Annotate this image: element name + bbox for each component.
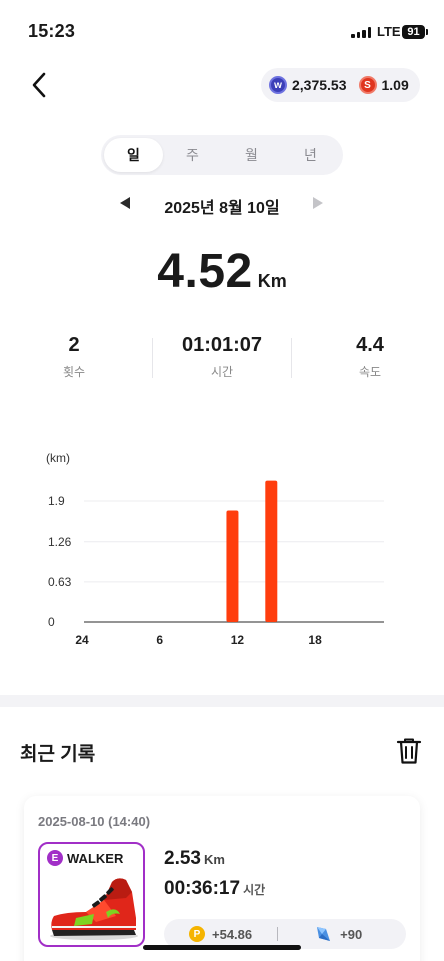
battery-icon: 91 xyxy=(402,25,428,39)
home-indicator xyxy=(143,945,301,950)
reward-points: P +54.86 xyxy=(189,926,252,942)
chart-y-tick: 0.63 xyxy=(48,575,72,589)
chart-y-tick: 0 xyxy=(48,615,55,629)
status-bar: 15:23 LTE 91 xyxy=(0,0,444,60)
recent-records-title: 최근 기록 xyxy=(20,744,96,765)
distance-unit: Km xyxy=(257,271,287,291)
next-date-icon[interactable] xyxy=(313,197,323,209)
section-divider xyxy=(0,695,444,707)
chart-y-tick: 1.9 xyxy=(48,494,65,508)
network-type: LTE xyxy=(377,24,401,39)
tab-day[interactable]: 일 xyxy=(104,138,163,172)
wallet-balance[interactable]: w 2,375.53 S 1.09 xyxy=(261,68,420,102)
date-navigator: 2025년 8월 10일 xyxy=(0,192,444,217)
trash-icon xyxy=(396,738,422,764)
distance-value: 4.52 xyxy=(157,245,253,298)
signal-icon xyxy=(351,27,371,38)
record-time-value: 00:36:17 xyxy=(164,878,241,899)
reward-gems-value: +90 xyxy=(340,926,363,942)
stat-time-label: 시간 xyxy=(210,365,234,379)
stat-speed: 4.4 속도 xyxy=(296,334,444,384)
reward-divider xyxy=(277,927,279,941)
shoe-thumbnail: E WALKER xyxy=(38,842,145,947)
tab-week[interactable]: 주 xyxy=(163,138,222,172)
shoe-badge: E WALKER xyxy=(47,850,123,866)
chart-y-unit-label: (km) xyxy=(46,451,70,465)
tab-year[interactable]: 년 xyxy=(281,138,340,172)
stat-count: 2 횟수 xyxy=(0,334,148,384)
stat-speed-label: 속도 xyxy=(358,365,382,379)
record-distance-value: 2.53 xyxy=(164,848,201,869)
walker-token-icon: w xyxy=(269,76,287,94)
shoe-name: WALKER xyxy=(67,850,124,866)
period-tabs: 일 주 월 년 xyxy=(101,135,343,175)
tab-month[interactable]: 월 xyxy=(222,138,281,172)
chart-bar xyxy=(265,480,278,622)
chevron-left-icon xyxy=(32,72,46,98)
stat-count-value: 2 xyxy=(68,334,80,356)
reward-points-value: +54.86 xyxy=(212,926,253,942)
gem-icon xyxy=(317,927,331,941)
distance-chart: (km) 0 0.63 1.26 1.9 24 6 12 18 xyxy=(46,451,384,647)
current-date: 2025년 8월 10일 xyxy=(164,200,280,217)
record-card[interactable]: 2025-08-10 (14:40) E WALKER 2.53 Km 00:36… xyxy=(24,796,420,961)
stat-time-value: 01:01:07 xyxy=(181,334,263,356)
stat-count-label: 횟수 xyxy=(62,365,86,379)
record-distance: 2.53 Km xyxy=(164,848,225,870)
reward-gems: +90 xyxy=(314,925,362,943)
record-datetime: 2025-08-10 (14:40) xyxy=(38,814,151,829)
total-distance: 4.52 Km xyxy=(0,244,444,299)
chart-x-tick: 24 xyxy=(75,633,89,647)
token1-amount: 2,375.53 xyxy=(292,77,347,93)
shoe-grade-badge: E xyxy=(47,850,63,866)
chart-bar xyxy=(226,510,239,622)
stat-speed-value: 4.4 xyxy=(356,334,384,356)
back-button[interactable] xyxy=(24,68,54,102)
delete-button[interactable] xyxy=(396,737,422,765)
token2-amount: 1.09 xyxy=(381,77,409,93)
chart-x-tick: 18 xyxy=(308,633,322,647)
stat-time: 01:01:07 시간 xyxy=(148,334,296,384)
record-time-unit: 시간 xyxy=(243,883,266,897)
sneaker-image xyxy=(50,878,138,940)
s-token-icon: S xyxy=(358,76,377,94)
record-distance-unit: Km xyxy=(203,852,225,867)
chart-x-tick: 12 xyxy=(231,633,245,647)
status-time: 15:23 xyxy=(28,21,76,41)
record-time: 00:36:17 시간 xyxy=(164,878,265,900)
stat-divider xyxy=(152,338,153,378)
point-coin-icon: P xyxy=(189,926,205,942)
stat-divider xyxy=(291,338,292,378)
chart-x-tick: 6 xyxy=(156,633,163,647)
stats-row: 2 횟수 01:01:07 시간 4.4 속도 xyxy=(0,334,444,384)
chart-y-tick: 1.26 xyxy=(48,535,72,549)
